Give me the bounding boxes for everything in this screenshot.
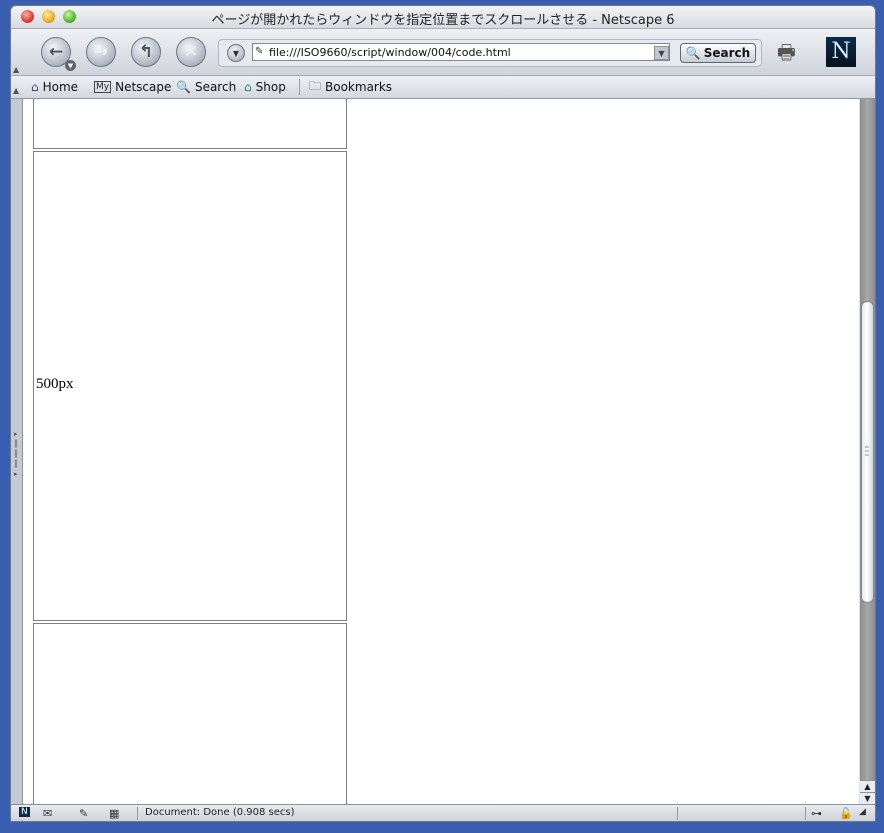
search-icon: 🔍 bbox=[176, 80, 191, 94]
back-history-dropdown-icon[interactable]: ▼ bbox=[65, 60, 76, 71]
back-arrow-icon: ← bbox=[48, 42, 64, 62]
thumb-grip-icon: ═ ═ ═ bbox=[865, 444, 869, 459]
page-proxy-icon[interactable]: ✎ bbox=[255, 46, 265, 57]
personal-item-label: Shop bbox=[255, 80, 286, 94]
personal-item-label: Home bbox=[42, 80, 79, 94]
personal-item-label: Netscape bbox=[115, 80, 172, 94]
table-cell-bottom bbox=[33, 623, 347, 804]
stop-button[interactable]: ✕ bbox=[176, 37, 206, 67]
sidebar-collapsed-strip[interactable]: ▸ ║ ║ ║ ▸ bbox=[11, 99, 23, 804]
navigation-toolbar: ▲ ← ▼ → ↰ ✕ ▼ file:///ISO9660/script/win… bbox=[11, 29, 875, 76]
my-netscape-icon: My bbox=[94, 81, 112, 93]
url-history-dropdown-icon[interactable]: ▼ bbox=[227, 44, 245, 62]
url-dropdown-arrow-icon[interactable]: ▼ bbox=[654, 46, 669, 60]
reload-button[interactable]: ↰ bbox=[131, 37, 161, 67]
personal-item-shop[interactable]: ⌂ Shop bbox=[244, 79, 286, 95]
status-divider bbox=[677, 807, 678, 820]
table-cell-top bbox=[33, 99, 347, 149]
personal-item-netscape[interactable]: My Netscape bbox=[94, 79, 171, 95]
address-book-icon[interactable]: ▦ bbox=[109, 807, 119, 820]
magnifier-icon: 🔍 bbox=[685, 46, 701, 60]
status-divider bbox=[805, 807, 806, 820]
personal-item-bookmarks[interactable]: 🗀 Bookmarks bbox=[309, 79, 392, 95]
forward-arrow-icon: → bbox=[93, 42, 109, 62]
personal-toolbar: ▲ ⌂ Home My Netscape 🔍 Search ⌂ Shop 🗀 B… bbox=[11, 76, 875, 99]
vertical-scrollbar[interactable]: ═ ═ ═ ▲ ▼ bbox=[860, 99, 875, 805]
url-bar-container: ▼ file:///ISO9660/script/window/004/code… bbox=[218, 39, 762, 67]
browser-window: ページが開かれたらウィンドウを指定位置までスクロールさせる - Netscape… bbox=[10, 5, 876, 822]
stop-icon: ✕ bbox=[183, 42, 199, 62]
personal-item-label: Bookmarks bbox=[325, 80, 393, 94]
folder-icon: 🗀 bbox=[309, 78, 322, 93]
personal-item-search[interactable]: 🔍 Search bbox=[176, 79, 236, 95]
window-title: ページが開かれたらウィンドウを指定位置までスクロールさせる - Netscape… bbox=[211, 13, 675, 28]
url-input[interactable]: file:///ISO9660/script/window/004/code.h… bbox=[252, 43, 670, 61]
printer-icon: 🖶 bbox=[777, 40, 796, 64]
toolbar-divider bbox=[299, 79, 300, 95]
table-cell-500px: 500px bbox=[33, 151, 347, 621]
resize-grip-icon[interactable]: ◢ bbox=[859, 807, 866, 817]
home-icon: ⌂ bbox=[31, 80, 39, 94]
scrollbar-thumb[interactable]: ═ ═ ═ bbox=[861, 301, 874, 603]
search-button[interactable]: 🔍 Search bbox=[680, 43, 756, 63]
netscape-logo[interactable]: N bbox=[826, 37, 856, 67]
search-button-label: Search bbox=[703, 46, 751, 60]
netscape-status-icon[interactable]: N bbox=[19, 807, 30, 817]
toolbar-grip-icon[interactable]: ▲ bbox=[13, 65, 19, 74]
status-text: Document: Done (0.908 secs) bbox=[145, 807, 295, 818]
online-status-icon[interactable]: ⊶ bbox=[811, 807, 822, 820]
print-button[interactable]: 🖶 bbox=[777, 38, 811, 64]
personal-toolbar-grip-icon[interactable]: ▲ bbox=[13, 86, 19, 95]
personal-item-label: Search bbox=[194, 80, 237, 94]
security-lock-icon[interactable]: 🔓 bbox=[839, 807, 853, 820]
title-bar[interactable]: ページが開かれたらウィンドウを指定位置までスクロールさせる - Netscape… bbox=[11, 6, 875, 29]
mail-icon[interactable]: ✉ bbox=[43, 807, 52, 820]
cell-label: 500px bbox=[36, 376, 74, 392]
reload-icon: ↰ bbox=[138, 42, 154, 62]
page-content: 500px bbox=[23, 99, 859, 804]
status-divider bbox=[137, 807, 138, 820]
personal-item-home[interactable]: ⌂ Home bbox=[31, 79, 78, 95]
forward-button[interactable]: → bbox=[86, 37, 116, 67]
composer-icon[interactable]: ✎ bbox=[79, 807, 88, 820]
status-bar: N ✉ ✎ ▦ Document: Done (0.908 secs) ⊶ 🔓 … bbox=[11, 804, 875, 821]
shop-icon: ⌂ bbox=[244, 80, 252, 94]
sidebar-grip-icon[interactable]: ▸ ║ ║ ║ ▸ bbox=[14, 429, 18, 479]
